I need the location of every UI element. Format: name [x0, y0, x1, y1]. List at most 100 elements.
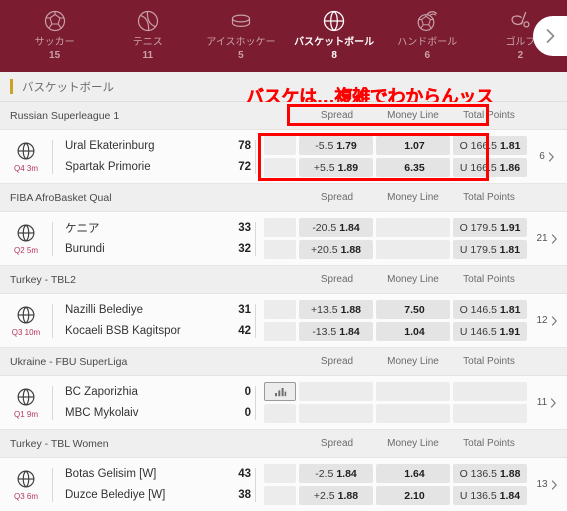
odds-cell-total-points[interactable]: U 136.5 1.84	[453, 486, 527, 505]
stats-button[interactable]	[264, 382, 296, 401]
nav-next-button[interactable]	[533, 16, 567, 56]
odds-cell-spread[interactable]: +5.5 1.89	[299, 158, 373, 177]
odds-cell-total-points[interactable]: O 179.5 1.91	[453, 218, 527, 237]
soccer-ball-icon	[42, 7, 68, 35]
odds-cell-money-line[interactable]: 7.50	[376, 300, 450, 319]
chevron-right-icon	[551, 315, 558, 326]
odds-price: 1.84	[499, 489, 521, 502]
more-markets-button[interactable]: 21	[527, 233, 567, 244]
odds-column-total-points: O 146.5 1.81 U 146.5 1.91	[453, 300, 527, 341]
match-row[interactable]: Q1 9m BC Zaporizhia 0 MBC Mykolaiv 0 11	[0, 376, 567, 430]
chevron-right-icon	[550, 397, 557, 408]
odds-column-money-line	[376, 218, 450, 259]
match-row[interactable]: Q3 10m Nazilli Belediye 31 Kocaeli BSB Kagi…	[0, 294, 567, 348]
sports-nav: サッカー 15 テニス 11 アイスホッケー 5 バスケットボール 8 ハンドボール 6 ゴルフ 2	[0, 0, 567, 72]
odds-cell-spread[interactable]: -20.5 1.84	[299, 218, 373, 237]
column-headers: Spread Money Line Total Points	[299, 192, 567, 203]
breadcrumb-label[interactable]: バスケットボール	[22, 79, 114, 95]
sport-tab-item-4[interactable]: ハンドボール 6	[381, 0, 474, 72]
team-name: MBC Mykolaiv	[65, 407, 139, 419]
league-name[interactable]: FIBA AfroBasket Qual	[0, 192, 299, 204]
match-row[interactable]: Q2 5m ケニア 33 Burundi 32 -20.5 1.84 +20.5 1.88 O 1…	[0, 212, 567, 266]
odds-price: 1.79	[336, 139, 357, 152]
more-markets-button[interactable]: 13	[527, 479, 567, 490]
league-name[interactable]: Russian Superleague 1	[0, 110, 299, 122]
odds-price: 1.88	[340, 243, 361, 256]
handball-icon	[414, 7, 440, 35]
odds-cell-spread[interactable]: -5.5 1.79	[299, 136, 373, 155]
league-header: Ukraine - FBU SuperLiga Spread Money Line T…	[0, 348, 567, 376]
sport-tab-basketball[interactable]: バスケットボール 8	[288, 0, 381, 72]
odds-line: +20.5	[310, 243, 338, 256]
divider	[255, 221, 256, 256]
odds-column-placeholder	[264, 382, 296, 423]
odds-cell-money-line[interactable]: 1.04	[376, 322, 450, 341]
odds-line: -2.5	[315, 467, 334, 480]
column-header-money-line: Money Line	[387, 274, 439, 285]
sport-tab-label: バスケットボール	[294, 37, 375, 48]
odds-cell-spread[interactable]: +2.5 1.88	[299, 486, 373, 505]
odds-cell-money-line[interactable]: 1.07	[376, 136, 450, 155]
odds-cell-total-points[interactable]: O 136.5 1.88	[453, 464, 527, 483]
more-markets-button[interactable]: 11	[527, 397, 567, 408]
more-markets-count: 12	[536, 315, 548, 326]
sport-tab-item-2[interactable]: アイスホッケー 5	[194, 0, 287, 72]
teams-block: Botas Gelisim [W] 43 Duzce Belediye [W] 38	[53, 466, 253, 504]
odds-cell-total-points[interactable]: O 146.5 1.81	[453, 300, 527, 319]
teams-block: BC Zaporizhia 0 MBC Mykolaiv 0	[53, 384, 253, 422]
league-name[interactable]: Ukraine - FBU SuperLiga	[0, 356, 299, 368]
odds-cell-spread[interactable]: +20.5 1.88	[299, 240, 373, 259]
team-line: Burundi 32	[65, 241, 253, 258]
team-line: ケニア 33	[65, 220, 253, 237]
odds-price: 1.84	[339, 325, 360, 338]
odds-cell-spread[interactable]: +13.5 1.88	[299, 300, 373, 319]
odds-cell-placeholder	[264, 240, 296, 259]
odds-cell-total-points[interactable]: U 146.5 1.91	[453, 322, 527, 341]
odds-column-total-points	[453, 382, 527, 423]
odds-cell-money-line[interactable]: 2.10	[376, 486, 450, 505]
team-line: Ural Ekaterinburg 78	[65, 138, 253, 155]
divider	[255, 385, 256, 420]
league-name[interactable]: Turkey - TBL Women	[0, 438, 299, 450]
odds-column-total-points: O 179.5 1.91 U 179.5 1.81	[453, 218, 527, 259]
basketball-icon	[15, 386, 37, 408]
column-header-total-points: Total Points	[463, 274, 515, 285]
sport-tab-item-1[interactable]: テニス 11	[101, 0, 194, 72]
odds-cell-money-line[interactable]: 6.35	[376, 158, 450, 177]
sport-tab-count: 6	[424, 50, 431, 61]
chevron-right-icon	[551, 479, 558, 490]
league-header: Russian Superleague 1 Spread Money Line Tot…	[0, 102, 567, 130]
odds-cell-spread[interactable]: -2.5 1.84	[299, 464, 373, 483]
odds-cell-placeholder	[264, 322, 296, 341]
odds-column-placeholder	[264, 218, 296, 259]
odds-price: 2.10	[404, 489, 425, 502]
odds-cell-total-points[interactable]: U 166.5 1.86	[453, 158, 527, 177]
team-score: 33	[238, 222, 251, 234]
sport-tab-item-0[interactable]: サッカー 15	[8, 0, 101, 72]
odds-cell-spread[interactable]: -13.5 1.84	[299, 322, 373, 341]
odds-line: +2.5	[313, 489, 335, 502]
odds-cell-placeholder	[264, 158, 296, 177]
golf-club-icon	[507, 7, 533, 35]
column-headers: Spread Money Line Total Points	[299, 110, 567, 121]
odds-cell-total-points[interactable]: O 166.5 1.81	[453, 136, 527, 155]
odds-cell-total-points[interactable]: U 179.5 1.81	[453, 240, 527, 259]
match-period: Q3 6m	[13, 492, 38, 501]
odds-line: U 179.5	[459, 243, 497, 256]
odds-column-placeholder	[264, 300, 296, 341]
hockey-puck-icon	[228, 7, 254, 35]
odds-line: -13.5	[312, 325, 337, 338]
league-name[interactable]: Turkey - TBL2	[0, 274, 299, 286]
team-score: 78	[238, 140, 251, 152]
odds-cell-empty	[453, 404, 527, 423]
odds-price: 6.35	[404, 161, 425, 174]
chevron-right-icon	[545, 28, 556, 44]
divider	[255, 467, 256, 502]
match-row[interactable]: Q3 6m Botas Gelisim [W] 43 Duzce Belediye […	[0, 458, 567, 511]
sport-tab-count: 8	[331, 50, 337, 61]
match-row[interactable]: Q4 3m Ural Ekaterinburg 78 Spartak Primorie…	[0, 130, 567, 184]
more-markets-button[interactable]: 6	[527, 151, 567, 162]
odds-cell-money-line[interactable]: 1.64	[376, 464, 450, 483]
odds-cell-empty	[376, 404, 450, 423]
more-markets-button[interactable]: 12	[527, 315, 567, 326]
